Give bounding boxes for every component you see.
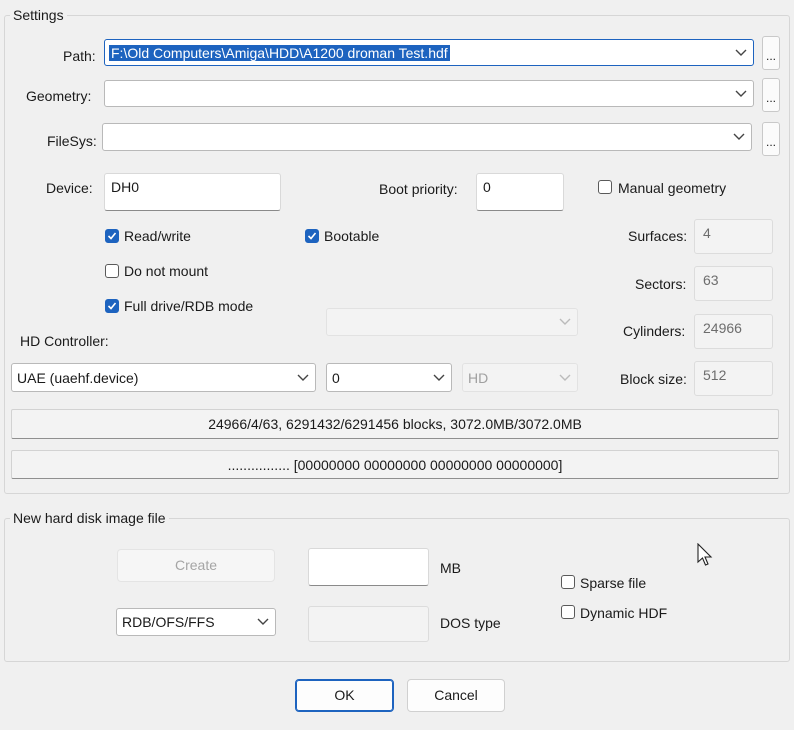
do-not-mount-label[interactable]: Do not mount	[124, 263, 208, 279]
create-button[interactable]: Create	[117, 549, 275, 582]
chevron-down-icon[interactable]	[297, 374, 309, 382]
surfaces-field[interactable]: 4	[694, 219, 773, 254]
sparse-file-label[interactable]: Sparse file	[580, 575, 646, 591]
path-label: Path:	[63, 48, 96, 64]
chevron-down-icon[interactable]	[733, 133, 745, 141]
ok-button[interactable]: OK	[295, 679, 394, 712]
new-image-legend: New hard disk image file	[10, 510, 169, 526]
block-size-label: Block size:	[620, 371, 687, 387]
cylinders-label: Cylinders:	[623, 323, 686, 339]
surfaces-label: Surfaces:	[628, 228, 688, 244]
controller-unit-value: 0	[332, 369, 340, 386]
chevron-down-icon[interactable]	[257, 618, 269, 626]
full-drive-checkbox[interactable]	[105, 299, 119, 313]
path-combobox[interactable]: F:\Old Computers\Amiga\HDD\A1200 droman …	[104, 39, 754, 66]
device-field[interactable]: DH0	[104, 173, 281, 211]
sectors-label: Sectors:	[635, 276, 687, 292]
manual-geometry-checkbox[interactable]	[598, 180, 612, 194]
geometry-info-bar[interactable]: 24966/4/63, 6291432/6291456 blocks, 3072…	[11, 409, 779, 439]
manual-geometry-label[interactable]: Manual geometry	[618, 180, 726, 196]
sectors-field[interactable]: 63	[694, 266, 773, 301]
controller-unit-select[interactable]: 0	[326, 363, 452, 392]
cylinders-field[interactable]: 24966	[694, 314, 773, 349]
path-value[interactable]: F:\Old Computers\Amiga\HDD\A1200 droman …	[109, 44, 450, 61]
hd-controller-label: HD Controller:	[20, 333, 109, 349]
hd-controller-value: UAE (uaehf.device)	[17, 369, 139, 386]
full-drive-label[interactable]: Full drive/RDB mode	[124, 298, 253, 314]
geometry-browse-button[interactable]: ...	[762, 78, 780, 112]
bootable-label[interactable]: Bootable	[324, 228, 379, 244]
size-field[interactable]	[308, 548, 429, 586]
filesys-browse-button[interactable]: ...	[762, 122, 780, 156]
filesys-combobox[interactable]	[102, 123, 752, 151]
geometry-label: Geometry:	[26, 88, 92, 104]
size-unit-label: MB	[440, 560, 461, 576]
controller-option-select[interactable]	[326, 308, 578, 336]
sparse-file-checkbox[interactable]	[561, 575, 575, 589]
do-not-mount-checkbox[interactable]	[105, 264, 119, 278]
mouse-cursor-icon	[697, 542, 713, 571]
hd-controller-select[interactable]: UAE (uaehf.device)	[11, 363, 316, 392]
filesys-label: FileSys:	[47, 133, 97, 149]
format-value: RDB/OFS/FFS	[122, 614, 215, 630]
device-label: Device:	[46, 180, 93, 196]
dynamic-hdf-checkbox[interactable]	[561, 605, 575, 619]
boot-priority-label: Boot priority:	[379, 181, 458, 197]
path-browse-button[interactable]: ...	[762, 36, 780, 70]
controller-type-select[interactable]: HD	[462, 363, 578, 392]
read-write-checkbox[interactable]	[105, 229, 119, 243]
chevron-down-icon[interactable]	[433, 374, 445, 382]
bootable-checkbox[interactable]	[305, 229, 319, 243]
dos-type-field[interactable]	[308, 606, 429, 642]
read-write-label[interactable]: Read/write	[124, 228, 191, 244]
boot-priority-field[interactable]: 0	[476, 173, 564, 211]
dos-type-label: DOS type	[440, 615, 501, 631]
cancel-button[interactable]: Cancel	[407, 679, 505, 712]
chevron-down-icon	[559, 318, 571, 326]
settings-legend: Settings	[10, 7, 67, 23]
geometry-combobox[interactable]	[104, 80, 754, 107]
chevron-down-icon	[559, 374, 571, 382]
block-size-field[interactable]: 512	[694, 361, 773, 396]
dynamic-hdf-label[interactable]: Dynamic HDF	[580, 605, 667, 621]
format-select[interactable]: RDB/OFS/FFS	[116, 608, 276, 636]
chevron-down-icon[interactable]	[735, 90, 747, 98]
rdb-hex-bar[interactable]: ................ [00000000 00000000 0000…	[11, 450, 779, 479]
controller-type-value: HD	[468, 369, 489, 386]
chevron-down-icon[interactable]	[735, 49, 747, 57]
